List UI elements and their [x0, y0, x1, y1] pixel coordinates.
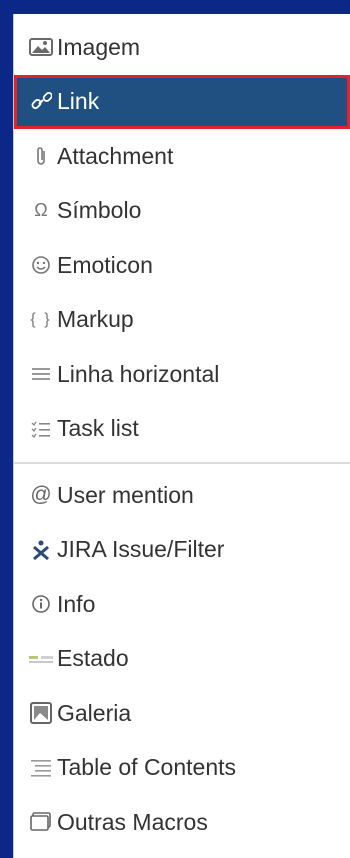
menu-item-info[interactable]: Info — [14, 577, 350, 632]
menu-item-outras-macros[interactable]: Outras Macros — [14, 795, 350, 850]
menu-item-label: Linha horizontal — [57, 360, 220, 387]
task-list-icon — [28, 416, 54, 442]
menu-item-label: Link — [57, 88, 100, 115]
menu-item-label: JIRA Issue/Filter — [57, 536, 225, 563]
insert-menu: Imagem Link Attachment Ω Símbolo Emotico… — [13, 14, 350, 858]
menu-item-label: Estado — [57, 645, 129, 672]
table-of-contents-icon — [28, 755, 54, 781]
omega-icon: Ω — [34, 200, 48, 221]
at-sign-icon: @ — [30, 483, 52, 507]
menu-item-label: Attachment — [57, 142, 174, 169]
menu-item-jira-issue-filter[interactable]: JIRA Issue/Filter — [14, 523, 350, 578]
paperclip-icon — [28, 143, 54, 169]
status-lozenge-icon — [28, 646, 54, 672]
menu-item-imagem[interactable]: Imagem — [14, 20, 350, 75]
menu-item-table-of-contents[interactable]: Table of Contents — [14, 741, 350, 796]
menu-item-label: Task list — [57, 415, 139, 442]
menu-item-label: Galeria — [57, 699, 132, 726]
menu-item-label: Imagem — [57, 33, 141, 60]
menu-item-label: Markup — [57, 306, 134, 333]
menu-item-attachment[interactable]: Attachment — [14, 129, 350, 184]
menu-item-task-list[interactable]: Task list — [14, 402, 350, 457]
menu-item-markup[interactable]: { } Markup — [14, 293, 350, 348]
menu-item-galeria[interactable]: Galeria — [14, 686, 350, 741]
menu-item-label: User mention — [57, 481, 194, 508]
smiley-icon — [28, 252, 54, 278]
window-frame: Imagem Link Attachment Ω Símbolo Emotico… — [0, 0, 350, 858]
menu-item-label: Info — [57, 590, 96, 617]
menu-group-insert: Imagem Link Attachment Ω Símbolo Emotico… — [14, 14, 350, 456]
menu-item-label: Símbolo — [57, 197, 142, 224]
horizontal-rule-icon — [28, 361, 54, 387]
menu-item-label: Emoticon — [57, 251, 153, 278]
menu-item-link[interactable]: Link — [14, 74, 350, 129]
menu-item-estado[interactable]: Estado — [14, 632, 350, 687]
gallery-icon — [28, 700, 54, 726]
jira-icon — [28, 537, 54, 563]
menu-item-simbolo[interactable]: Ω Símbolo — [14, 184, 350, 239]
menu-item-label: Outras Macros — [57, 808, 208, 835]
menu-item-linha-horizontal[interactable]: Linha horizontal — [14, 347, 350, 402]
braces-icon: { } — [30, 310, 52, 328]
menu-divider — [14, 462, 350, 464]
image-icon — [28, 34, 54, 60]
link-icon — [28, 89, 54, 115]
macros-icon — [28, 809, 54, 835]
menu-group-macros: @ User mention JIRA Issue/Filter Info Es… — [14, 468, 350, 850]
menu-item-user-mention[interactable]: @ User mention — [14, 468, 350, 523]
menu-item-label: Table of Contents — [57, 754, 237, 781]
menu-item-emoticon[interactable]: Emoticon — [14, 238, 350, 293]
info-icon — [28, 591, 54, 617]
